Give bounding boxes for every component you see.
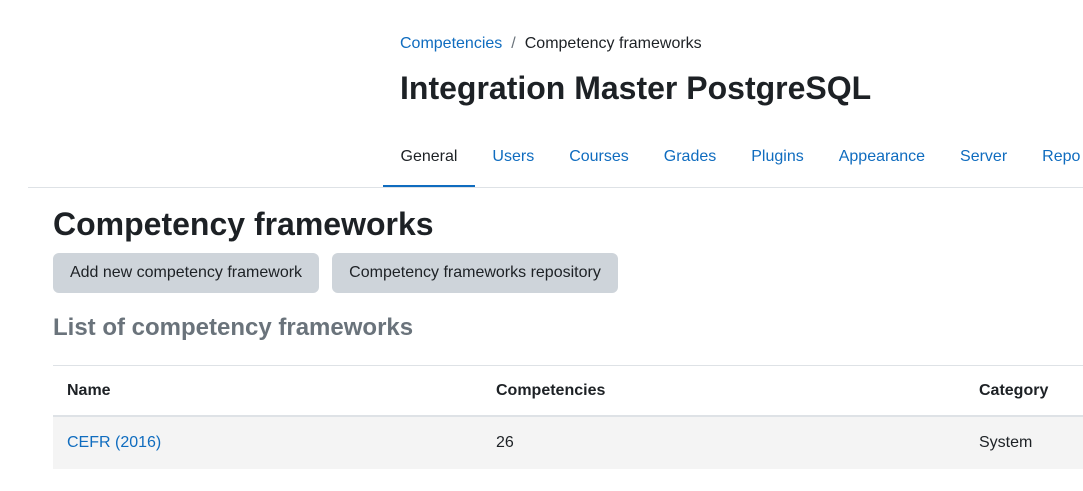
framework-link[interactable]: CEFR (2016)	[67, 434, 161, 452]
tab-server[interactable]: Server	[943, 128, 1025, 188]
tab-appearance[interactable]: Appearance	[821, 128, 942, 188]
breadcrumb-current: Competency frameworks	[524, 35, 702, 52]
tab-users[interactable]: Users	[475, 128, 552, 188]
tab-grades[interactable]: Grades	[646, 128, 733, 188]
page-heading: Competency frameworks	[53, 206, 434, 242]
add-competency-framework-button[interactable]: Add new competency framework	[53, 253, 319, 293]
breadcrumb-link-competencies[interactable]: Competencies	[400, 35, 502, 53]
column-header-competencies[interactable]: Competencies	[496, 366, 605, 415]
tab-plugins[interactable]: Plugins	[734, 128, 821, 188]
page: Competencies / Competency frameworks Int…	[0, 0, 1083, 491]
site-title: Integration Master PostgreSQL	[400, 70, 872, 106]
table-row: CEFR (2016) 26 System	[53, 417, 1083, 469]
category-cell: System	[979, 434, 1033, 451]
list-heading: List of competency frameworks	[53, 314, 414, 341]
frameworks-table: Name Competencies Category CEFR (2016) 2…	[53, 365, 1083, 469]
framework-name-cell: CEFR (2016)	[67, 417, 161, 469]
navigation-divider	[28, 187, 1083, 188]
column-header-name[interactable]: Name	[67, 366, 111, 415]
competencies-count-cell: 26	[496, 434, 514, 451]
secondary-navigation: General Users Courses Grades Plugins App…	[383, 128, 1083, 188]
tab-general[interactable]: General	[383, 128, 475, 188]
tab-reports[interactable]: Repo	[1025, 128, 1083, 188]
column-header-category[interactable]: Category	[979, 366, 1048, 415]
breadcrumb-separator: /	[511, 35, 516, 52]
breadcrumb: Competencies / Competency frameworks	[400, 35, 702, 53]
competency-frameworks-repository-button[interactable]: Competency frameworks repository	[332, 253, 618, 293]
tab-courses[interactable]: Courses	[552, 128, 647, 188]
table-header-row: Name Competencies Category	[53, 365, 1083, 417]
